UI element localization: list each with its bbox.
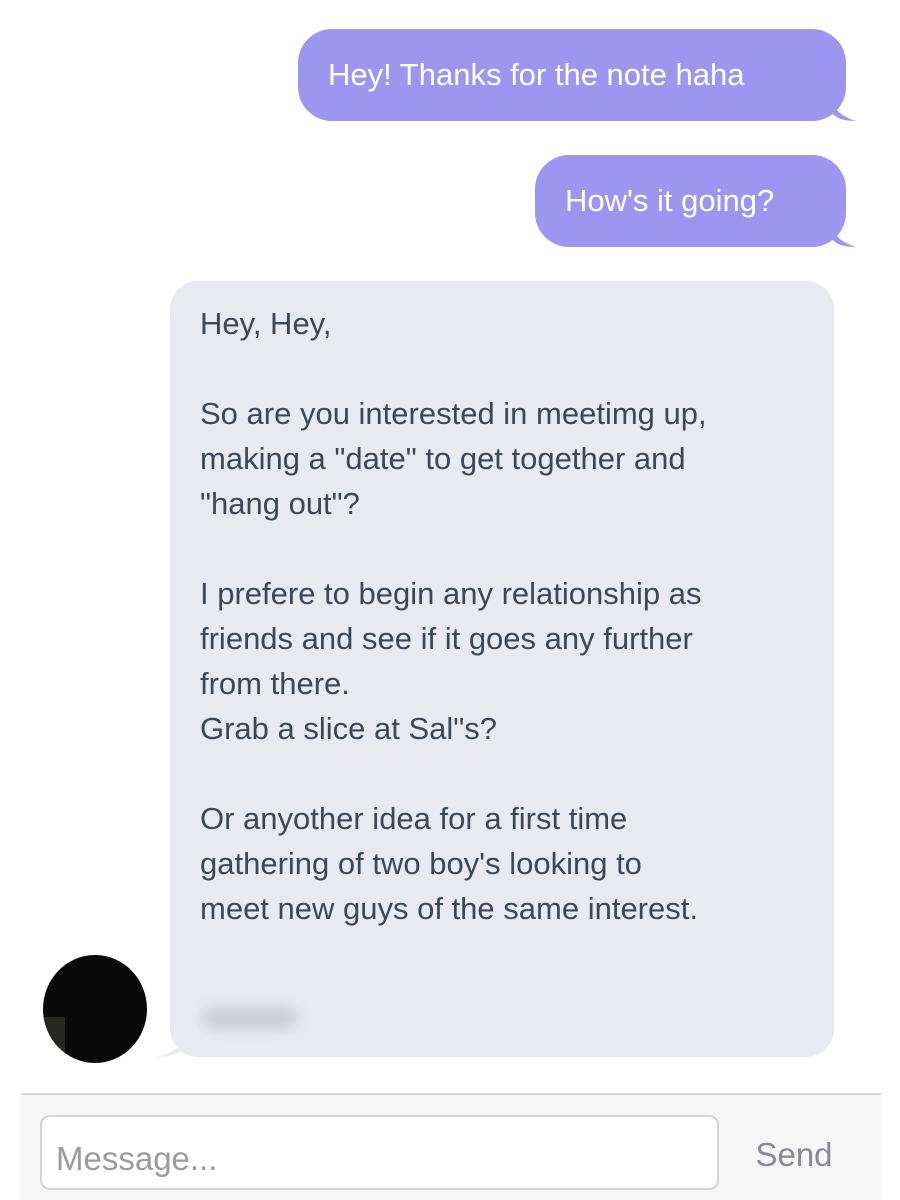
message-composer: Send [21, 1093, 881, 1200]
message-line: Hey, Hey, [200, 306, 332, 341]
bubble-tail-icon [832, 227, 856, 247]
outgoing-message-2[interactable]: How's it going? [535, 155, 856, 247]
avatar[interactable] [43, 955, 147, 1063]
message-paragraph: Hey, Hey, [200, 301, 808, 346]
message-text: How's it going? [565, 183, 775, 218]
redacted-signature [202, 1007, 298, 1029]
bubble-tail-icon [832, 101, 856, 121]
message-line: gathering of two boy's looking to [200, 846, 642, 881]
message-line: Or anyother idea for a first time [200, 801, 628, 836]
message-paragraph: I prefere to begin any relationship as f… [200, 571, 808, 751]
incoming-message[interactable]: Hey, Hey, So are you interested in meeti… [156, 281, 834, 1057]
message-line: "hang out"? [200, 486, 360, 521]
message-line: from there. [200, 666, 350, 701]
chat-screen: Hey! Thanks for the note haha How's it g… [0, 0, 900, 1200]
message-line: So are you interested in meetimg up, [200, 396, 707, 431]
message-input[interactable] [40, 1115, 719, 1190]
message-paragraph: So are you interested in meetimg up, mak… [200, 391, 808, 526]
message-line: making a "date" to get together and [200, 441, 686, 476]
message-line: friends and see if it goes any further [200, 621, 693, 656]
bubble-tail-icon [156, 1035, 186, 1057]
message-line: Grab a slice at Sal"s? [200, 711, 498, 746]
send-button[interactable]: Send [729, 1115, 859, 1190]
message-line: meet new guys of the same interest. [200, 891, 698, 926]
avatar-edge [43, 1017, 65, 1057]
message-text: Hey! Thanks for the note haha [328, 57, 745, 92]
message-line: I prefere to begin any relationship as [200, 576, 702, 611]
outgoing-message-1[interactable]: Hey! Thanks for the note haha [298, 29, 856, 121]
message-paragraph: Or anyother idea for a first time gather… [200, 796, 808, 931]
